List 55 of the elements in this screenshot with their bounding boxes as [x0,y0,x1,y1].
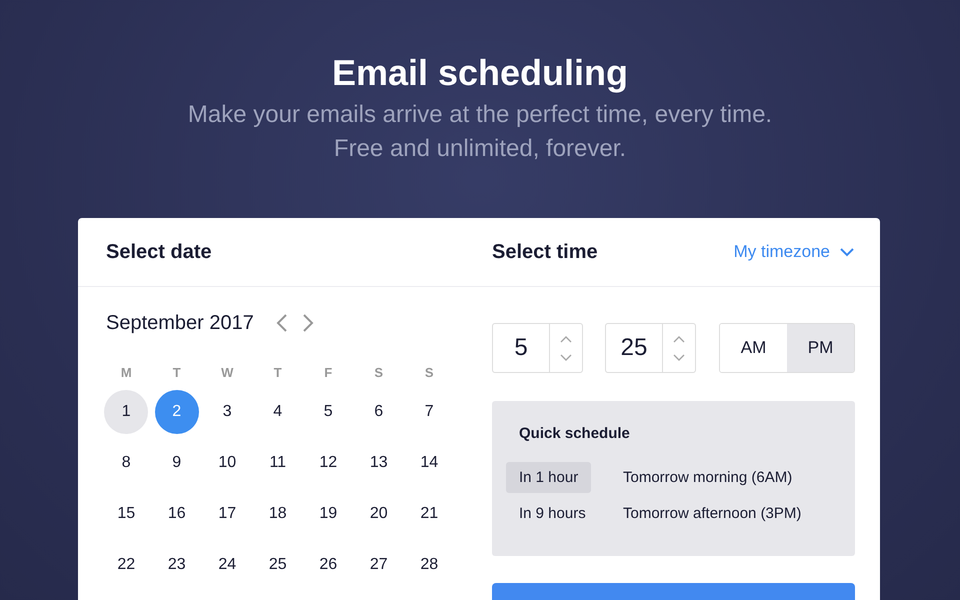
chevron-down-icon [840,248,854,256]
calendar-day[interactable]: 18 [256,492,300,536]
calendar-day[interactable]: 25 [256,542,300,586]
weekday-label: W [220,364,234,382]
page-title: Email scheduling [330,52,630,94]
calendar-day[interactable]: 13 [356,440,401,484]
weekday-label: S [424,364,435,382]
weekday-label: T [172,364,182,382]
calendar-day[interactable]: 5 [306,390,350,434]
calendar-day[interactable]: 3 [205,390,250,434]
calendar-day[interactable]: 1 [104,390,148,434]
subtitle: Make your emails arrive at the perfect time, every time. [186,100,774,130]
calendar-day[interactable]: 17 [205,492,250,536]
calendar-day[interactable]: 20 [356,492,401,536]
calendar-day[interactable]: 6 [356,390,401,434]
quick-schedule-option[interactable]: In 1 hour [506,462,592,493]
subtitle: Free and unlimited, forever. [332,134,628,164]
quick-schedule-option[interactable]: Tomorrow afternoon (3PM) [621,498,814,529]
meridiem-toggle[interactable]: PM [787,324,854,372]
chevron-down-icon [673,354,685,360]
chevron-down-icon [560,354,572,360]
calendar-day[interactable]: 21 [407,492,452,536]
calendar-day[interactable]: 15 [104,492,148,536]
hour-field[interactable]: 5 [492,323,583,373]
calendar-day[interactable]: 7 [407,390,452,434]
section-title: Select date [106,240,212,262]
calendar-day[interactable]: 11 [256,440,300,484]
minute-field[interactable]: 25 [605,323,696,373]
calendar-day[interactable]: 26 [306,542,350,586]
next-month-icon[interactable] [302,314,314,332]
weekday-label: M [120,364,133,382]
calendar-day[interactable]: 22 [104,542,148,586]
weekday-label: S [373,364,384,382]
calendar-day[interactable]: 27 [356,542,401,586]
calendar-day[interactable]: 23 [154,542,199,586]
calendar-day[interactable]: 16 [154,492,199,536]
month-label: September 2017 [106,312,254,334]
weekday-label: T [272,364,283,382]
section-title: Select time [492,240,598,264]
calendar-day[interactable]: 10 [205,440,250,484]
chevron-up-icon [673,336,685,342]
calendar-day[interactable]: 14 [407,440,452,484]
calendar-day[interactable]: 4 [256,390,300,434]
calendar-day[interactable]: 24 [205,542,250,586]
calendar-day[interactable]: 19 [306,492,350,536]
calendar-day[interactable]: 28 [407,542,452,586]
previous-month-icon[interactable] [276,314,288,332]
quick-schedule-option[interactable]: In 9 hours [506,498,599,529]
calendar-day[interactable]: 12 [306,440,350,484]
calendar-day[interactable]: 8 [104,440,148,484]
weekday-label: F [323,364,334,382]
quick-schedule-option[interactable]: Tomorrow morning (6AM) [621,462,806,493]
chevron-up-icon [560,336,572,342]
quick-schedule-title: Quick schedule [519,425,631,442]
calendar-day[interactable]: 9 [154,440,199,484]
